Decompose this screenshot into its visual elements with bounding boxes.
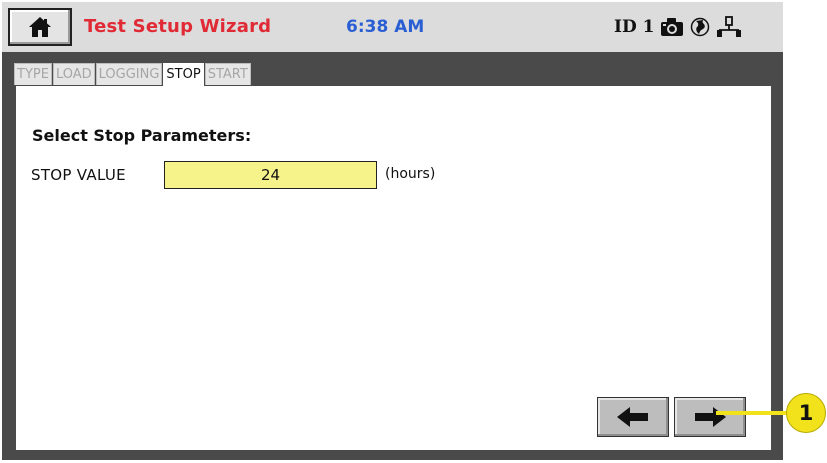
window-title: Test Setup Wizard — [84, 16, 272, 37]
top-bar: Test Setup Wizard 6:38 AM ID 1 — [2, 2, 783, 52]
tab-stop[interactable]: STOP — [163, 63, 204, 86]
camera-icon — [661, 18, 684, 36]
status-indicators: ID 1 — [614, 14, 742, 40]
arrow-left-icon — [617, 407, 648, 427]
device-id: ID 1 — [614, 17, 655, 37]
back-button[interactable] — [597, 397, 669, 437]
next-button[interactable] — [674, 397, 746, 437]
stop-value-input[interactable] — [164, 161, 377, 189]
section-title: Select Stop Parameters: — [32, 126, 252, 145]
home-button[interactable] — [8, 8, 72, 46]
device-frame: Test Setup Wizard 6:38 AM ID 1 TYPE LOAD… — [2, 2, 783, 460]
callout-badge: 1 — [786, 393, 826, 433]
stop-panel: Select Stop Parameters: STOP VALUE (hour… — [16, 86, 771, 450]
stop-value-unit: (hours) — [385, 166, 436, 182]
network-icon — [717, 16, 742, 37]
clock: 6:38 AM — [346, 17, 425, 37]
wizard-tabs: TYPE LOAD LOGGING STOP START — [14, 63, 251, 86]
stop-value-label: STOP VALUE — [31, 166, 126, 184]
tab-logging[interactable]: LOGGING — [95, 63, 163, 85]
tab-start[interactable]: START — [204, 63, 251, 85]
home-icon — [29, 17, 51, 37]
tab-type[interactable]: TYPE — [14, 63, 52, 85]
tab-load[interactable]: LOAD — [52, 63, 95, 85]
arrow-right-icon — [695, 407, 726, 427]
callout-leader-line — [716, 411, 788, 415]
globe-icon — [691, 17, 710, 37]
